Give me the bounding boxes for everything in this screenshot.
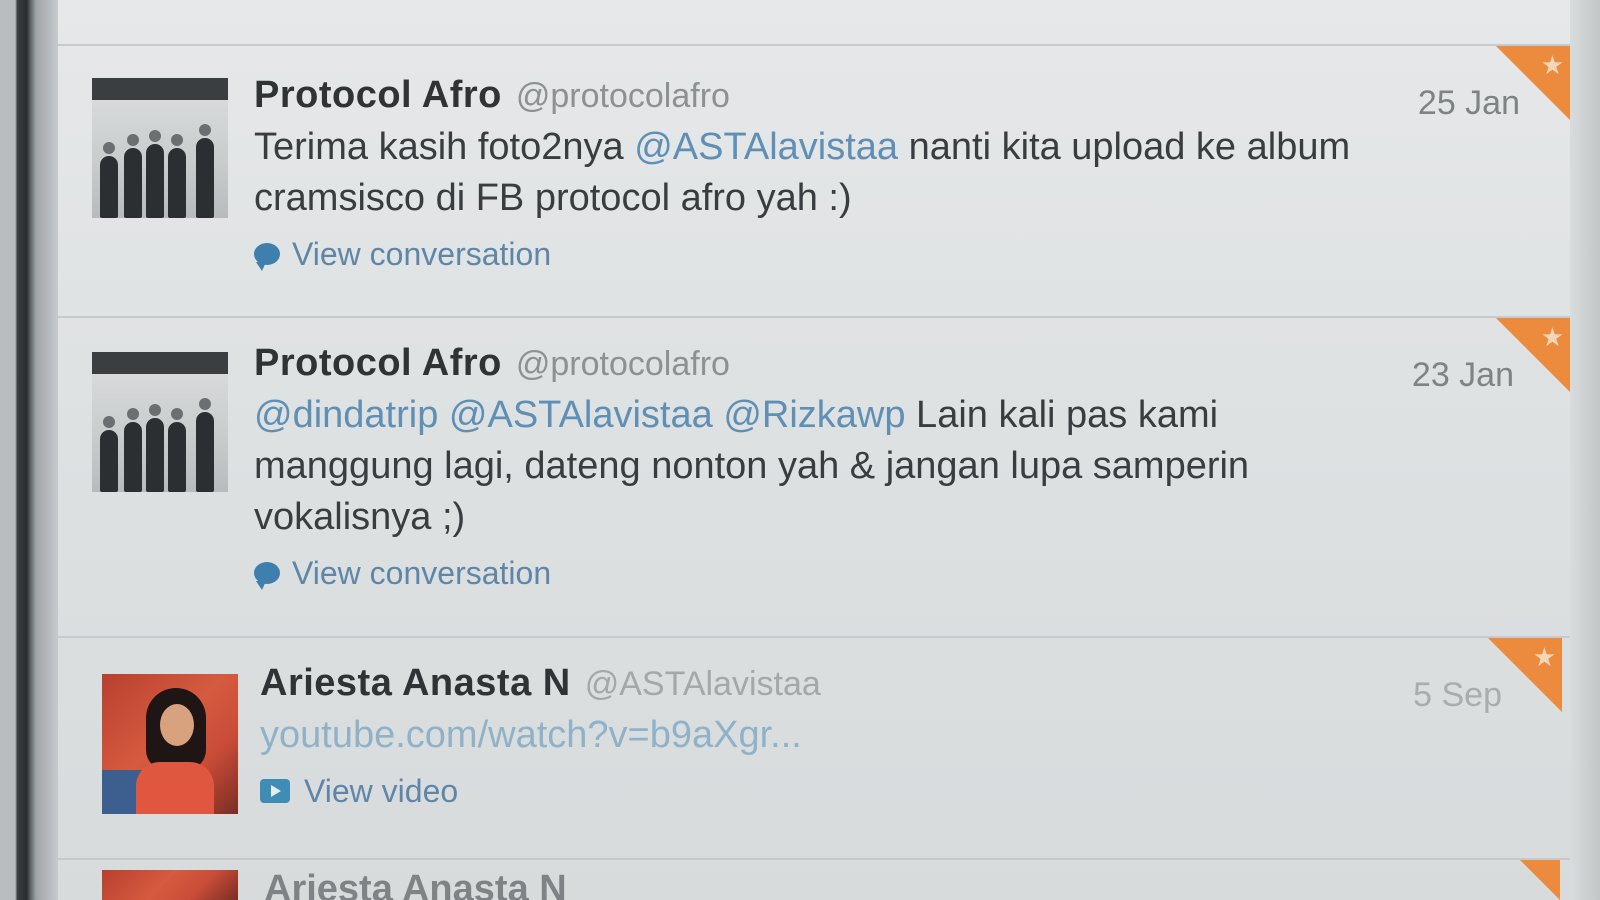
youtube-link[interactable]: youtube.com/watch?v=b9aXgr...: [260, 714, 802, 756]
action-label[interactable]: View conversation: [292, 236, 551, 273]
view-conversation-link[interactable]: View conversation: [254, 234, 1394, 274]
monitor-bezel-left: [0, 0, 58, 900]
tweet-item[interactable]: Ariesta Anasta N: [58, 860, 1570, 900]
tweet-text: youtube.com/watch?v=b9aXgr...: [260, 710, 1400, 761]
tweet-content: Protocol Afro @protocolafro @dindatrip @A…: [254, 342, 1394, 593]
monitor-bezel-right: [1570, 0, 1600, 900]
author-name[interactable]: Ariesta Anasta N: [260, 662, 571, 704]
mention-link[interactable]: @Rizkawp: [723, 394, 905, 436]
previous-tweet-edge: [58, 0, 1570, 46]
view-conversation-link[interactable]: View conversation: [254, 553, 1394, 593]
view-video-link[interactable]: View video: [260, 771, 1400, 811]
mention-link[interactable]: @dindatrip: [254, 394, 438, 436]
author-handle[interactable]: @ASTAlavistaa: [585, 665, 821, 703]
author-name[interactable]: Protocol Afro: [254, 342, 502, 384]
action-label[interactable]: View conversation: [292, 555, 551, 592]
action-label[interactable]: View video: [304, 773, 458, 810]
author-handle[interactable]: @protocolafro: [516, 77, 730, 115]
avatar[interactable]: [92, 352, 228, 492]
avatar[interactable]: [102, 674, 238, 814]
author-name[interactable]: Ariesta Anasta N: [264, 868, 567, 900]
tweet-header: Protocol Afro @protocolafro: [254, 342, 1394, 388]
tweet-item[interactable]: Protocol Afro @protocolafro Terima kasih …: [58, 46, 1570, 318]
star-icon: ★: [1540, 50, 1564, 80]
star-icon: ★: [1532, 642, 1556, 672]
avatar[interactable]: [92, 78, 228, 218]
tweet-item[interactable]: Protocol Afro @protocolafro @dindatrip @A…: [58, 318, 1570, 638]
speech-bubble-icon: [254, 562, 280, 590]
tweet-text-segment: Terima kasih foto2nya: [254, 126, 635, 168]
tweet-content: Protocol Afro @protocolafro Terima kasih …: [254, 74, 1394, 274]
screen: Protocol Afro @protocolafro Terima kasih …: [0, 0, 1600, 900]
author-name[interactable]: Protocol Afro: [254, 74, 502, 116]
video-play-icon: [260, 779, 290, 803]
speech-bubble-icon: [254, 243, 280, 271]
tweet-header: Ariesta Anasta N @ASTAlavistaa: [260, 662, 1400, 708]
tweet-header: Protocol Afro @protocolafro: [254, 74, 1394, 120]
tweet-item[interactable]: Ariesta Anasta N @ASTAlavistaa youtube.co…: [58, 638, 1570, 860]
tweet-timeline[interactable]: Protocol Afro @protocolafro Terima kasih …: [58, 0, 1570, 900]
author-handle[interactable]: @protocolafro: [516, 345, 730, 383]
tweet-text: @dindatrip @ASTAlavistaa @Rizkawp Lain k…: [254, 390, 1394, 543]
star-icon: ★: [1540, 322, 1564, 352]
tweet-text: Terima kasih foto2nya @ASTAlavistaa nant…: [254, 122, 1394, 224]
tweet-content: Ariesta Anasta N: [264, 868, 1404, 900]
mention-link[interactable]: @ASTAlavistaa: [449, 394, 713, 436]
avatar[interactable]: [102, 870, 238, 900]
favorite-corner: [1520, 860, 1560, 900]
mention-link[interactable]: @ASTAlavistaa: [634, 126, 898, 168]
tweet-content: Ariesta Anasta N @ASTAlavistaa youtube.co…: [260, 662, 1400, 811]
